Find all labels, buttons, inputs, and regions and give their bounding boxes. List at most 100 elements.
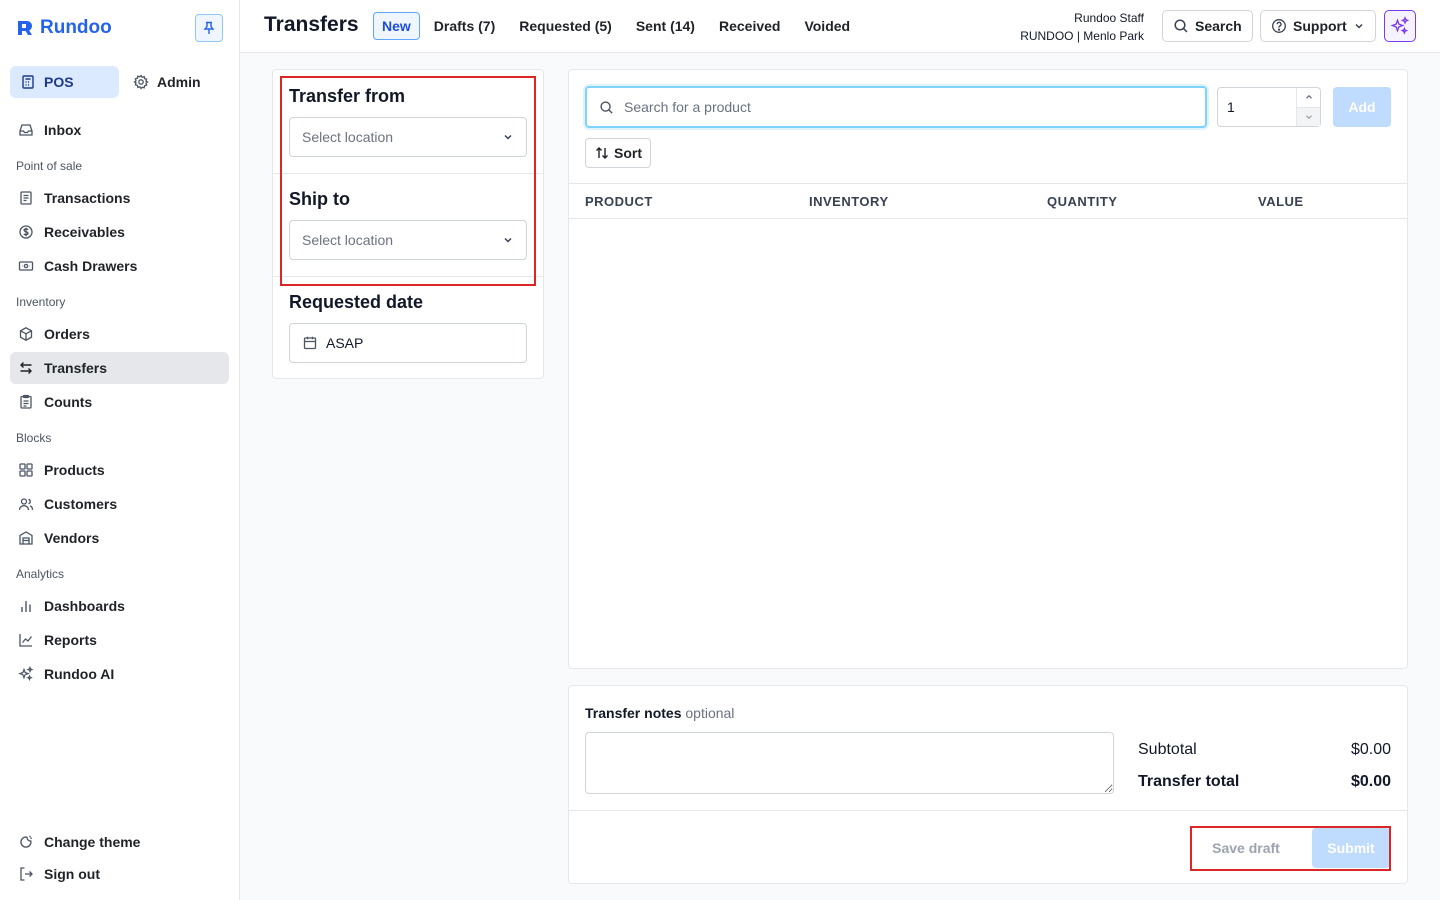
sidebar-item-reports[interactable]: Reports: [10, 624, 229, 656]
page-title: Transfers: [264, 13, 359, 36]
sidebar-item-label: Vendors: [44, 530, 100, 546]
transfer-notes-label: Transfer notes optional: [585, 705, 734, 721]
sidebar-item-transfers[interactable]: Transfers: [10, 352, 229, 384]
receipt-icon: [20, 191, 32, 205]
divider: [569, 810, 1407, 811]
rundoo-logo-icon: [18, 20, 33, 35]
sidebar-item-label: Transfers: [44, 360, 108, 376]
sign-out-label: Sign out: [44, 866, 100, 882]
transfer-total-label: Transfer total: [1138, 773, 1240, 790]
section-point-of-sale: Point of sale: [16, 159, 83, 173]
requested-date-value: ASAP: [326, 335, 364, 351]
tab-sent[interactable]: Sent (14): [626, 12, 705, 40]
calendar-icon: [303, 336, 317, 350]
transfer-details-card: Transfer from Select location Ship to Se…: [272, 69, 544, 379]
sidebar-item-orders[interactable]: Orders: [10, 318, 229, 350]
sort-icon: [596, 147, 608, 159]
sidebar-item-dashboards[interactable]: Dashboards: [10, 590, 229, 622]
mode-switcher: POS Admin: [10, 66, 230, 98]
ship-to-select[interactable]: Select location: [289, 220, 527, 260]
subtotal-row: Subtotal $0.00: [1138, 741, 1391, 759]
user-location: RUNDOO | Menlo Park: [1020, 29, 1144, 43]
chevron-down-icon: [1305, 115, 1312, 119]
search-icon: [1174, 19, 1188, 33]
line-chart-icon: [19, 634, 33, 647]
brand-name: Rundoo: [40, 17, 112, 38]
sign-out-button[interactable]: Sign out: [10, 858, 229, 890]
pin-sidebar-button[interactable]: [195, 14, 223, 42]
product-search-placeholder: Search for a product: [624, 99, 751, 115]
transfer-summary-card: Transfer notes optional Subtotal $0.00 T…: [568, 685, 1408, 884]
sidebar-item-vendors[interactable]: Vendors: [10, 522, 229, 554]
sidebar-item-inbox[interactable]: Inbox: [10, 114, 229, 146]
sort-button[interactable]: Sort: [585, 138, 651, 168]
help-circle-icon: [1272, 19, 1286, 33]
brand-logo[interactable]: Rundoo: [16, 16, 112, 40]
pin-icon: [203, 21, 215, 34]
support-dropdown[interactable]: Support: [1260, 10, 1376, 42]
sidebar-item-label: Products: [44, 462, 105, 478]
product-search-input[interactable]: Search for a product: [585, 86, 1207, 128]
transfer-total-row: Transfer total $0.00: [1138, 773, 1391, 791]
sidebar-item-receivables[interactable]: Receivables: [10, 216, 229, 248]
register-icon: [22, 75, 34, 89]
mode-admin-button[interactable]: Admin: [123, 66, 211, 98]
divider: [273, 173, 543, 174]
requested-date-label: Requested date: [289, 292, 424, 312]
users-icon: [18, 498, 34, 511]
sidebar-item-products[interactable]: Products: [10, 454, 229, 486]
search-icon: [600, 100, 613, 114]
sparkles-icon: [1390, 16, 1410, 35]
mode-pos-button[interactable]: POS: [10, 66, 119, 98]
sparkles-icon: [18, 666, 34, 682]
transfer-notes-textarea[interactable]: [585, 732, 1114, 794]
user-info[interactable]: Rundoo Staff RUNDOO | Menlo Park: [1020, 9, 1144, 45]
tab-drafts[interactable]: Drafts (7): [424, 12, 505, 40]
theme-icon: [20, 835, 32, 848]
column-header-product[interactable]: PRODUCT: [585, 194, 653, 209]
requested-date-field[interactable]: ASAP: [289, 323, 527, 363]
add-product-button[interactable]: Add: [1333, 87, 1391, 127]
submit-button[interactable]: Submit: [1312, 828, 1390, 868]
sidebar-item-label: Customers: [44, 496, 118, 512]
cash-icon: [18, 261, 34, 271]
transfer-from-select[interactable]: Select location: [289, 117, 527, 157]
sidebar-item-rundoo-ai[interactable]: Rundoo AI: [10, 658, 229, 690]
tab-received[interactable]: Received: [709, 12, 790, 40]
subtotal-label: Subtotal: [1138, 741, 1197, 758]
chevron-down-icon: [1355, 23, 1363, 29]
tab-new[interactable]: New: [373, 12, 420, 40]
quantity-input[interactable]: 1: [1217, 87, 1321, 127]
column-header-inventory[interactable]: INVENTORY: [809, 194, 889, 209]
sidebar-item-transactions[interactable]: Transactions: [10, 182, 229, 214]
subtotal-value: $0.00: [1350, 741, 1391, 758]
user-name: Rundoo Staff: [1074, 11, 1144, 25]
change-theme-label: Change theme: [44, 834, 141, 850]
global-search-button[interactable]: Search: [1162, 10, 1253, 42]
mode-admin-label: Admin: [157, 74, 201, 90]
ai-assistant-button[interactable]: [1384, 10, 1416, 42]
ship-to-label: Ship to: [289, 189, 350, 209]
inbox-icon: [19, 124, 33, 136]
support-label: Support: [1293, 18, 1347, 34]
tab-voided[interactable]: Voided: [794, 12, 860, 40]
sidebar-item-counts[interactable]: Counts: [10, 386, 229, 418]
optional-hint: optional: [685, 705, 735, 721]
sidebar-item-cash-drawers[interactable]: Cash Drawers: [10, 250, 229, 282]
column-header-quantity[interactable]: QUANTITY: [1047, 194, 1117, 209]
grid-icon: [19, 463, 33, 477]
sort-label: Sort: [614, 145, 642, 161]
quantity-increment-button[interactable]: [1297, 88, 1320, 107]
change-theme-button[interactable]: Change theme: [10, 826, 229, 858]
box-icon: [19, 327, 33, 341]
sidebar-item-label: Reports: [44, 632, 97, 648]
sidebar-item-customers[interactable]: Customers: [10, 488, 229, 520]
transfer-notes-title: Transfer notes: [585, 705, 682, 721]
clipboard-icon: [20, 394, 32, 409]
tab-requested[interactable]: Requested (5): [509, 12, 622, 40]
gear-icon: [133, 74, 149, 90]
quantity-decrement-button[interactable]: [1297, 106, 1320, 126]
section-inventory: Inventory: [16, 295, 66, 309]
save-draft-button[interactable]: Save draft: [1197, 828, 1295, 868]
column-header-value[interactable]: VALUE: [1258, 194, 1304, 209]
